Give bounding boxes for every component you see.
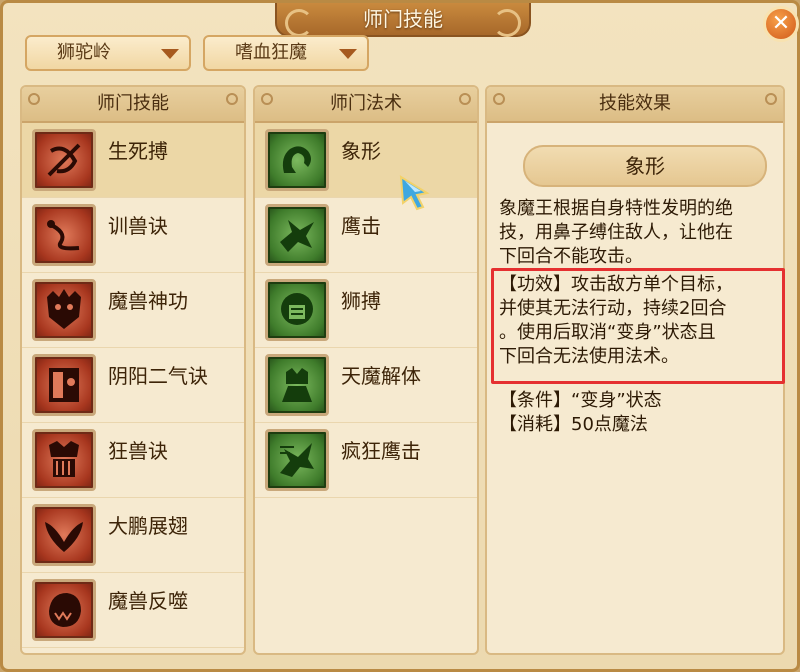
- effect-cost: 【消耗】50点魔法: [499, 414, 648, 435]
- effect-condition: 【条件】“变身”状态: [499, 390, 662, 411]
- wings-icon[interactable]: [32, 504, 96, 566]
- skill-row[interactable]: 训兽诀: [22, 198, 244, 273]
- yin-yang-mask-icon[interactable]: [32, 354, 96, 416]
- skills-panel-header: 师门技能: [22, 87, 244, 123]
- bow-slash-icon[interactable]: [32, 129, 96, 191]
- chevron-down-icon: [339, 49, 357, 59]
- skills-panel-title: 师门技能: [97, 93, 169, 114]
- demon-face-icon[interactable]: [32, 279, 96, 341]
- eagle-icon[interactable]: [265, 204, 329, 266]
- skill-row[interactable]: 狂兽诀: [22, 423, 244, 498]
- skills-panel: 师门技能 生死搏训兽诀魔兽神功阴阳二气诀狂兽诀大鹏展翅魔兽反噬: [20, 85, 246, 655]
- scroll-ornament-icon: [28, 93, 40, 105]
- faction-dropdown[interactable]: 嗜血狂魔: [203, 35, 369, 71]
- description-line: 技，用鼻子缚住敌人，让他在: [499, 222, 733, 243]
- scroll-ornament-icon: [261, 93, 273, 105]
- chevron-down-icon: [161, 49, 179, 59]
- lion-icon[interactable]: [265, 279, 329, 341]
- scroll-ornament-icon: [459, 93, 471, 105]
- skills-window: 师门技能 ✕ 狮驼岭 嗜血狂魔 师门技能 生死搏训兽诀魔兽神功阴阳二气诀狂兽诀大…: [0, 0, 800, 672]
- skill-row[interactable]: 魔兽神功: [22, 273, 244, 348]
- spell-row[interactable]: 狮搏: [255, 273, 477, 348]
- cursor-icon: [399, 175, 430, 211]
- spell-row[interactable]: 天魔解体: [255, 348, 477, 423]
- skill-row[interactable]: 生死搏: [22, 123, 244, 198]
- skill-row[interactable]: 大鹏展翅: [22, 498, 244, 573]
- sect-dropdown-value: 狮驼岭: [57, 42, 111, 63]
- skill-row[interactable]: 阴阳二气诀: [22, 348, 244, 423]
- spell-label: 疯狂鹰击: [341, 439, 421, 463]
- spells-panel: 师门法术 象形鹰击狮搏天魔解体疯狂鹰击: [253, 85, 479, 655]
- skills-list: 生死搏训兽诀魔兽神功阴阳二气诀狂兽诀大鹏展翅魔兽反噬: [22, 123, 244, 648]
- spell-row[interactable]: 象形: [255, 123, 477, 198]
- scroll-ornament-icon: [765, 93, 777, 105]
- elephant-icon[interactable]: [265, 129, 329, 191]
- spells-panel-header: 师门法术: [255, 87, 477, 123]
- effect-description: 象魔王根据自身特性发明的绝 技，用鼻子缚住敌人，让他在 下回合不能攻击。: [499, 197, 789, 269]
- spell-label: 狮搏: [341, 289, 381, 313]
- spell-row[interactable]: 疯狂鹰击: [255, 423, 477, 498]
- highlight-annotation: [491, 268, 785, 384]
- demon-body-icon[interactable]: [265, 354, 329, 416]
- skill-label: 阴阳二气诀: [108, 364, 208, 388]
- beast-bite-icon[interactable]: [32, 579, 96, 641]
- spells-panel-title: 师门法术: [330, 93, 402, 114]
- effect-panel-title: 技能效果: [599, 93, 671, 114]
- spell-label: 鹰击: [341, 214, 381, 238]
- scroll-ornament-icon: [493, 93, 505, 105]
- skill-label: 狂兽诀: [108, 439, 168, 463]
- beast-fang-icon[interactable]: [32, 429, 96, 491]
- skill-label: 魔兽反噬: [108, 589, 188, 613]
- spells-list: 象形鹰击狮搏天魔解体疯狂鹰击: [255, 123, 477, 498]
- sect-dropdown[interactable]: 狮驼岭: [25, 35, 191, 71]
- effect-panel-header: 技能效果: [487, 87, 783, 123]
- frenzy-eagle-icon[interactable]: [265, 429, 329, 491]
- scroll-ornament-icon: [226, 93, 238, 105]
- close-button[interactable]: ✕: [763, 6, 799, 42]
- spell-label: 象形: [341, 139, 381, 163]
- spell-label: 天魔解体: [341, 364, 421, 388]
- skill-row[interactable]: 魔兽反噬: [22, 573, 244, 648]
- effect-skill-name: 象形: [523, 145, 767, 187]
- skill-label: 生死搏: [108, 139, 168, 163]
- spell-row[interactable]: 鹰击: [255, 198, 477, 273]
- whip-icon[interactable]: [32, 204, 96, 266]
- skill-label: 魔兽神功: [108, 289, 188, 313]
- skill-label: 大鹏展翅: [108, 514, 188, 538]
- window-title: 师门技能: [275, 3, 531, 37]
- skill-label: 训兽诀: [108, 214, 168, 238]
- description-line: 下回合不能攻击。: [499, 246, 643, 267]
- description-line: 象魔王根据自身特性发明的绝: [499, 198, 733, 219]
- faction-dropdown-value: 嗜血狂魔: [235, 42, 307, 63]
